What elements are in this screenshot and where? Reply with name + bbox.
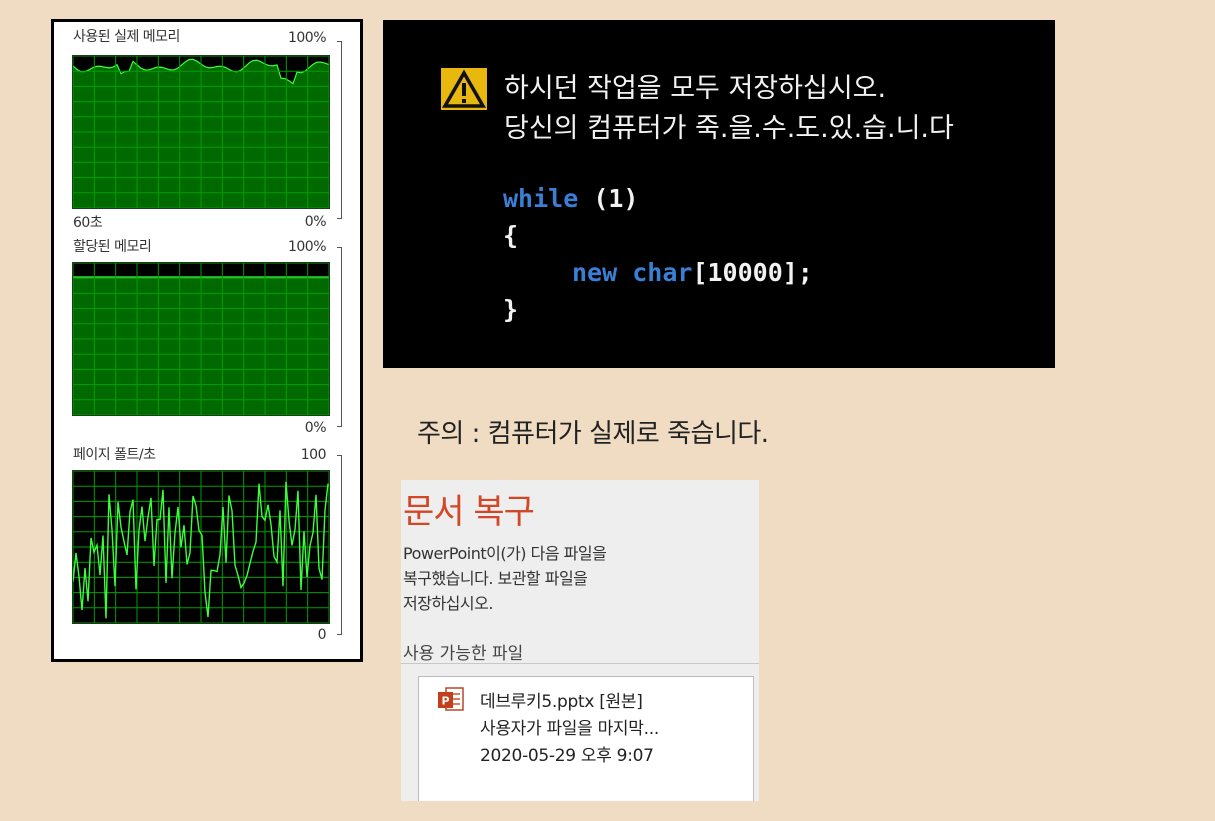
recovery-description-line-1: PowerPoint이(가) 다음 파일을 [403,544,607,563]
recovery-description-line-2: 복구했습니다. 보관할 파일을 [403,569,588,588]
warning-code-panel: 하시던 작업을 모두 저장하십시오. 당신의 컴퓨터가 죽.을.수.도.있.습.… [383,20,1055,368]
powerpoint-file-icon: P [438,687,464,711]
committed-memory-max-label: 100% [287,239,327,255]
committed-memory-title: 할당된 메모리 [73,239,152,255]
warning-message-line-1: 하시던 작업을 모두 저장하십시오. [504,73,887,104]
svg-text:P: P [441,695,449,708]
physical-memory-scale-bracket [333,41,342,219]
resource-monitor-body: 사용된 실제 메모리 100% 60초 0% 할당된 메모리 100% 0% 페… [54,22,360,659]
code-keyword-while: while [503,184,579,213]
recovered-file-item[interactable]: P 데브루키5.pptx [원본] 사용자가 파일을 마지막... 2020-0… [418,676,754,801]
caution-caption: 주의 : 컴퓨터가 실제로 죽습니다. [417,419,769,449]
page-faults-chart [73,471,329,623]
physical-memory-chart [73,56,329,208]
recovered-file-name: 데브루키5.pptx [원본] [480,692,643,712]
warning-message-line-2: 당신의 컴퓨터가 죽.을.수.도.있.습.니.다 [504,113,954,144]
code-line-new: new char[10000]; [572,258,813,287]
code-open-brace: { [503,221,519,250]
committed-memory-chart [73,263,329,415]
code-array-suffix: [10000]; [692,258,813,287]
physical-memory-min-label: 0% [304,214,327,230]
page-faults-min-label: 0 [317,627,327,643]
code-condition: (1) [578,184,639,213]
committed-memory-graph [72,262,330,416]
recovered-file-note: 사용자가 파일을 마지막... [480,719,659,739]
physical-memory-time-label: 60초 [73,215,103,231]
warning-triangle-icon [441,68,487,110]
document-recovery-pane: 문서 복구 PowerPoint이(가) 다음 파일을 복구했습니다. 보관할 … [401,480,759,801]
physical-memory-graph [72,55,330,209]
code-keyword-char: char [632,258,693,287]
physical-memory-max-label: 100% [287,30,327,46]
committed-memory-min-label: 0% [304,420,327,436]
committed-memory-scale-bracket [333,247,342,427]
page-faults-graph [72,470,330,624]
code-keyword-new: new [572,258,618,287]
resource-monitor-panel: 사용된 실제 메모리 100% 60초 0% 할당된 메모리 100% 0% 페… [51,19,363,662]
code-close-brace: } [503,295,519,324]
page-faults-max-label: 100 [300,447,327,463]
section-divider [401,663,759,664]
code-line-while: while (1) [503,184,638,213]
physical-memory-title: 사용된 실제 메모리 [73,29,180,45]
available-files-label: 사용 가능한 파일 [403,644,524,664]
page-faults-scale-bracket [333,455,342,635]
page-faults-title: 페이지 폴트/초 [73,447,156,463]
recovery-description-line-3: 저장하십시오. [403,594,493,613]
document-recovery-title: 문서 복구 [403,492,535,532]
recovered-file-timestamp: 2020-05-29 오후 9:07 [480,746,654,766]
